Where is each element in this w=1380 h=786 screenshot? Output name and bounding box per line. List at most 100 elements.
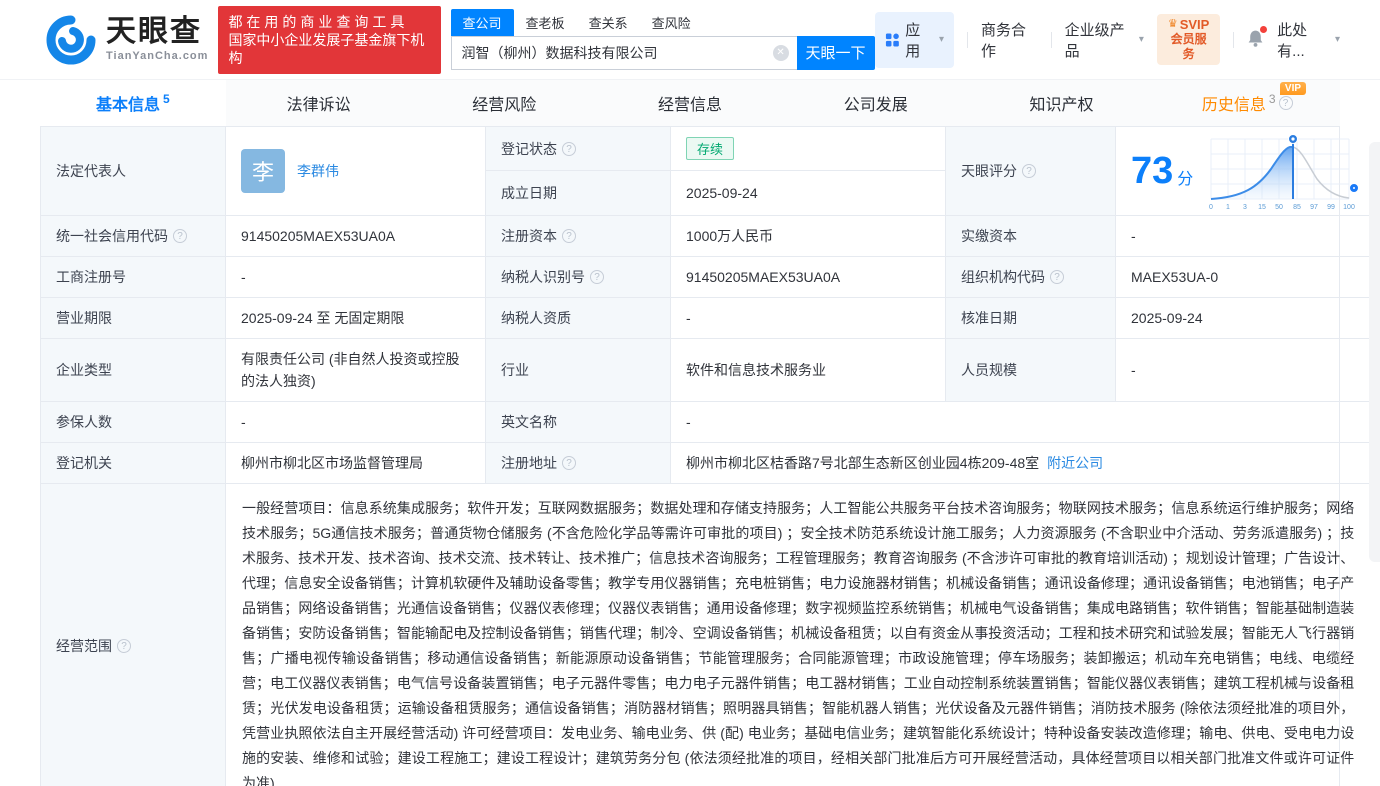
floating-anchor-dot[interactable] bbox=[1350, 184, 1358, 192]
tab-basic-info[interactable]: 基本信息 5 bbox=[40, 80, 226, 126]
field-value-industry: 软件和信息技术服务业 bbox=[671, 339, 946, 402]
field-label-legal-rep: 法定代表人 bbox=[41, 127, 226, 216]
search-tab-relation[interactable]: 查关系 bbox=[577, 9, 640, 36]
value-text: 2025-09-24 至 无固定期限 bbox=[241, 308, 404, 328]
enterprise-menu[interactable]: 企业级产品 ▾ bbox=[1065, 19, 1144, 61]
tab-business-info[interactable]: 经营信息 bbox=[597, 80, 783, 126]
label-text: 登记状态 bbox=[501, 139, 557, 159]
value-text: - bbox=[1131, 362, 1136, 378]
help-icon[interactable]: ? bbox=[173, 229, 187, 243]
chevron-down-icon: ▾ bbox=[1139, 34, 1144, 45]
tab-legal-proceedings[interactable]: 法律诉讼 bbox=[226, 80, 412, 126]
apps-menu[interactable]: 应用 ▾ bbox=[875, 12, 955, 68]
field-label-reg-capital: 注册资本 ? bbox=[486, 216, 671, 257]
field-value-reg-authority: 柳州市柳北区市场监督管理局 bbox=[226, 443, 486, 484]
avatar[interactable]: 李 bbox=[241, 149, 285, 193]
help-icon[interactable]: ? bbox=[562, 456, 576, 470]
field-value-approval-date: 2025-09-24 bbox=[1116, 298, 1370, 339]
vip-badge: VIP bbox=[1280, 82, 1306, 95]
label-text: 工商注册号 bbox=[56, 267, 126, 287]
search-tab-boss[interactable]: 查老板 bbox=[514, 9, 577, 36]
chevron-down-icon: ▾ bbox=[939, 34, 944, 45]
tab-history-info[interactable]: VIP 历史信息 3 ? bbox=[1154, 80, 1340, 126]
tab-operating-risk[interactable]: 经营风险 bbox=[411, 80, 597, 126]
tab-label: 知识产权 bbox=[1029, 91, 1093, 115]
label-text: 天眼评分 bbox=[961, 161, 1017, 181]
crown-icon: ♛ bbox=[1168, 17, 1178, 32]
help-icon[interactable]: ? bbox=[1050, 270, 1064, 284]
floating-side-widget[interactable] bbox=[1369, 142, 1380, 562]
field-value-org-code: MAEX53UA-0 bbox=[1116, 257, 1370, 298]
label-text: 企业类型 bbox=[56, 360, 112, 380]
label-text: 组织机构代码 bbox=[961, 267, 1045, 287]
nearby-companies-link[interactable]: 附近公司 bbox=[1047, 453, 1103, 473]
field-value-reg-address: 柳州市柳北区桔香路7号北部生态新区创业园4栋209-48室 附近公司 bbox=[671, 443, 1370, 484]
tab-label: 法律诉讼 bbox=[287, 91, 351, 115]
app-grid-icon bbox=[885, 32, 900, 48]
notifications-button[interactable] bbox=[1247, 29, 1264, 51]
search-tab-risk[interactable]: 查风险 bbox=[640, 9, 703, 36]
field-value-legal-rep: 李 李群伟 bbox=[226, 127, 486, 216]
field-label-industry: 行业 bbox=[486, 339, 671, 402]
tab-label: 公司发展 bbox=[844, 91, 908, 115]
help-icon[interactable]: ? bbox=[1022, 164, 1036, 178]
chevron-down-icon: ▾ bbox=[1335, 34, 1340, 45]
field-label-org-code: 组织机构代码 ? bbox=[946, 257, 1116, 298]
value-text: - bbox=[686, 414, 691, 430]
help-icon[interactable]: ? bbox=[590, 270, 604, 284]
field-label-reg-status: 登记状态 ? bbox=[486, 127, 671, 171]
svip-label: SVIP bbox=[1180, 17, 1210, 32]
label-text: 参保人数 bbox=[56, 412, 112, 432]
help-icon[interactable]: ? bbox=[117, 639, 131, 653]
field-value-company-type: 有限责任公司 (非自然人投资或控股的法人独资) bbox=[226, 339, 486, 402]
field-label-business-term: 营业期限 bbox=[41, 298, 226, 339]
user-menu[interactable]: 此处有... ▾ bbox=[1277, 19, 1340, 61]
search-tab-company[interactable]: 查公司 bbox=[451, 9, 514, 36]
search-button[interactable]: 天眼一下 bbox=[797, 36, 875, 70]
field-label-english-name: 英文名称 bbox=[486, 402, 671, 443]
value-text: 2025-09-24 bbox=[686, 185, 758, 201]
field-label-paid-capital: 实缴资本 bbox=[946, 216, 1116, 257]
value-text: 2025-09-24 bbox=[1131, 310, 1203, 326]
svip-member-button[interactable]: ♛SVIP 会员服务 bbox=[1157, 14, 1220, 65]
promo-line1: 都在用的商业查询工具 bbox=[228, 13, 430, 31]
field-label-taxpayer-quality: 纳税人资质 bbox=[486, 298, 671, 339]
label-text: 纳税人资质 bbox=[501, 308, 571, 328]
field-value-staff-size: - bbox=[1116, 339, 1370, 402]
field-value-business-scope: 一般经营项目：信息系统集成服务；软件开发；互联网数据服务；数据处理和存储支持服务… bbox=[226, 484, 1370, 786]
score-unit: 分 bbox=[1177, 165, 1193, 189]
label-text: 实缴资本 bbox=[961, 226, 1017, 246]
label-text: 经营范围 bbox=[56, 636, 112, 656]
tab-company-development[interactable]: 公司发展 bbox=[783, 80, 969, 126]
value-text: 软件和信息技术服务业 bbox=[686, 360, 826, 380]
field-value-establish-date: 2025-09-24 bbox=[671, 171, 946, 216]
field-label-approval-date: 核准日期 bbox=[946, 298, 1116, 339]
field-value-insured-count: - bbox=[226, 402, 486, 443]
field-value-business-term: 2025-09-24 至 无固定期限 bbox=[226, 298, 486, 339]
tab-label: 经营信息 bbox=[658, 91, 722, 115]
value-text: MAEX53UA-0 bbox=[1131, 269, 1218, 285]
label-text: 统一社会信用代码 bbox=[56, 226, 168, 246]
cooperation-link[interactable]: 商务合作 bbox=[981, 19, 1038, 61]
label-text: 核准日期 bbox=[961, 308, 1017, 328]
divider bbox=[1051, 32, 1052, 48]
field-value-paid-capital: - bbox=[1116, 216, 1370, 257]
search-input[interactable] bbox=[451, 36, 797, 70]
score-axis-labels: 0 1 3 15 50 85 97 99 100 bbox=[1209, 204, 1355, 211]
legal-rep-link[interactable]: 李群伟 bbox=[297, 161, 339, 181]
tab-intellectual-property[interactable]: 知识产权 bbox=[969, 80, 1155, 126]
help-icon[interactable]: ? bbox=[562, 229, 576, 243]
field-label-reg-number: 工商注册号 bbox=[41, 257, 226, 298]
value-text: - bbox=[1131, 228, 1136, 244]
help-icon[interactable]: ? bbox=[562, 142, 576, 156]
field-label-uscc: 统一社会信用代码 ? bbox=[41, 216, 226, 257]
field-value-taxpayer-quality: - bbox=[671, 298, 946, 339]
field-label-business-scope: 经营范围 ? bbox=[41, 484, 226, 786]
tianyancha-logo[interactable]: 天眼查 TianYanCha.com bbox=[45, 14, 208, 66]
svg-text:99: 99 bbox=[1327, 204, 1335, 211]
help-icon[interactable]: ? bbox=[1279, 96, 1293, 110]
field-label-insured-count: 参保人数 bbox=[41, 402, 226, 443]
label-text: 法定代表人 bbox=[56, 161, 126, 181]
clear-icon[interactable]: ✕ bbox=[773, 45, 789, 61]
field-value-uscc: 91450205MAEX53UA0A bbox=[226, 216, 486, 257]
